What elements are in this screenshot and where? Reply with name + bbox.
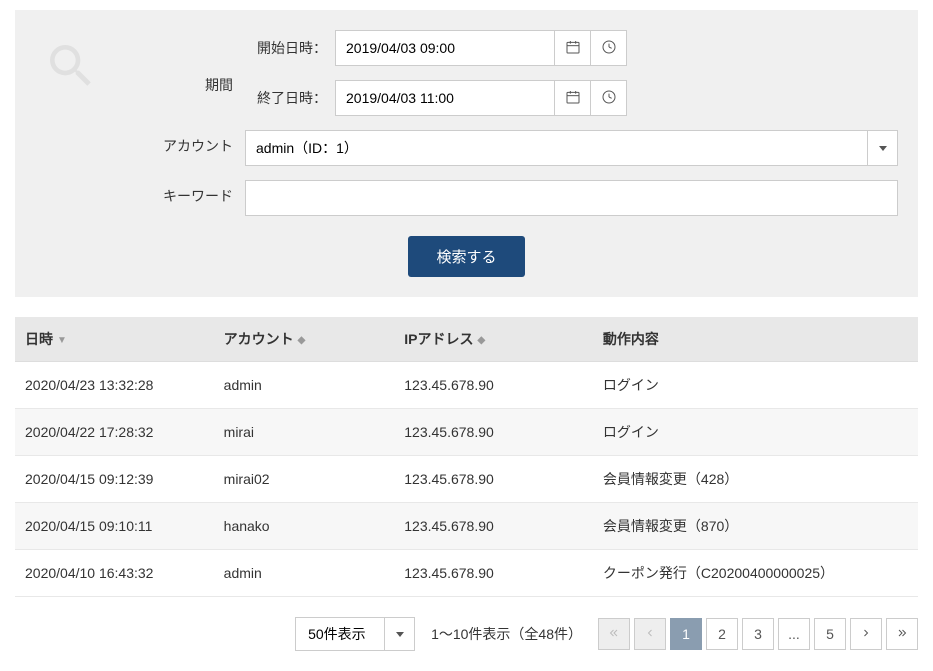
account-label: アカウント — [35, 130, 245, 156]
page-button-2[interactable]: 2 — [706, 618, 738, 650]
search-panel: 期間 開始日時： 終了日時： — [15, 10, 918, 297]
cell-account: mirai — [214, 409, 395, 456]
page-info: 1～10件表示（全48件） — [431, 624, 582, 644]
chevron-double-left-icon — [608, 626, 620, 642]
sort-icon: ◆ — [298, 335, 306, 346]
keyword-input[interactable] — [245, 180, 898, 216]
cell-datetime: 2020/04/15 09:10:11 — [15, 503, 214, 550]
cell-ip: 123.45.678.90 — [394, 409, 593, 456]
page-ellipsis: ... — [778, 618, 810, 650]
cell-account: mirai02 — [214, 456, 395, 503]
sort-icon: ◆ — [477, 335, 485, 346]
cell-action: クーポン発行（C20200400000025） — [593, 550, 918, 597]
end-date-picker-button[interactable] — [555, 80, 591, 116]
chevron-right-icon — [860, 626, 872, 642]
header-ip[interactable]: IPアドレス◆ — [394, 317, 593, 362]
page-size-dropdown-button[interactable] — [385, 617, 415, 651]
page-prev-button[interactable] — [634, 618, 666, 650]
table-row: 2020/04/22 17:28:32mirai123.45.678.90ログイ… — [15, 409, 918, 456]
page-size-input[interactable] — [295, 617, 385, 651]
page-last-button[interactable] — [886, 618, 918, 650]
table-row: 2020/04/15 09:12:39mirai02123.45.678.90会… — [15, 456, 918, 503]
keyword-label: キーワード — [35, 180, 245, 206]
cell-action: 会員情報変更（428） — [593, 456, 918, 503]
clock-icon — [601, 89, 617, 108]
cell-action: ログイン — [593, 362, 918, 409]
results-table: 日時▼ アカウント◆ IPアドレス◆ 動作内容 2020/04/23 13:32… — [15, 317, 918, 597]
start-datetime-label: 開始日時： — [245, 38, 335, 58]
chevron-down-icon — [396, 632, 404, 637]
page-next-button[interactable] — [850, 618, 882, 650]
start-date-picker-button[interactable] — [555, 30, 591, 66]
end-datetime-label: 終了日時： — [245, 88, 335, 108]
end-datetime-input[interactable] — [335, 80, 555, 116]
cell-action: 会員情報変更（870） — [593, 503, 918, 550]
table-row: 2020/04/10 16:43:32admin123.45.678.90クーポ… — [15, 550, 918, 597]
header-account[interactable]: アカウント◆ — [214, 317, 395, 362]
page-button-3[interactable]: 3 — [742, 618, 774, 650]
cell-account: admin — [214, 550, 395, 597]
account-dropdown-button[interactable] — [868, 130, 898, 166]
sort-desc-icon: ▼ — [57, 335, 67, 346]
start-datetime-input[interactable] — [335, 30, 555, 66]
page-button-5[interactable]: 5 — [814, 618, 846, 650]
search-button[interactable]: 検索する — [408, 236, 524, 277]
cell-ip: 123.45.678.90 — [394, 456, 593, 503]
cell-account: admin — [214, 362, 395, 409]
page-button-1[interactable]: 1 — [670, 618, 702, 650]
cell-ip: 123.45.678.90 — [394, 362, 593, 409]
cell-datetime: 2020/04/10 16:43:32 — [15, 550, 214, 597]
calendar-icon — [565, 39, 581, 58]
cell-datetime: 2020/04/15 09:12:39 — [15, 456, 214, 503]
search-icon — [43, 38, 99, 97]
cell-action: ログイン — [593, 409, 918, 456]
table-header-row: 日時▼ アカウント◆ IPアドレス◆ 動作内容 — [15, 317, 918, 362]
table-footer: 1～10件表示（全48件） 123...5 — [0, 597, 933, 671]
header-datetime[interactable]: 日時▼ — [15, 317, 214, 362]
pagination: 123...5 — [598, 618, 918, 650]
header-action: 動作内容 — [593, 317, 918, 362]
table-row: 2020/04/15 09:10:11hanako123.45.678.90会員… — [15, 503, 918, 550]
chevron-down-icon — [879, 146, 887, 151]
account-input[interactable] — [245, 130, 868, 166]
calendar-icon — [565, 89, 581, 108]
chevron-double-right-icon — [896, 626, 908, 642]
chevron-left-icon — [644, 626, 656, 642]
cell-ip: 123.45.678.90 — [394, 503, 593, 550]
clock-icon — [601, 39, 617, 58]
cell-datetime: 2020/04/22 17:28:32 — [15, 409, 214, 456]
start-time-picker-button[interactable] — [591, 30, 627, 66]
cell-account: hanako — [214, 503, 395, 550]
cell-datetime: 2020/04/23 13:32:28 — [15, 362, 214, 409]
cell-ip: 123.45.678.90 — [394, 550, 593, 597]
table-row: 2020/04/23 13:32:28admin123.45.678.90ログイ… — [15, 362, 918, 409]
page-first-button[interactable] — [598, 618, 630, 650]
end-time-picker-button[interactable] — [591, 80, 627, 116]
